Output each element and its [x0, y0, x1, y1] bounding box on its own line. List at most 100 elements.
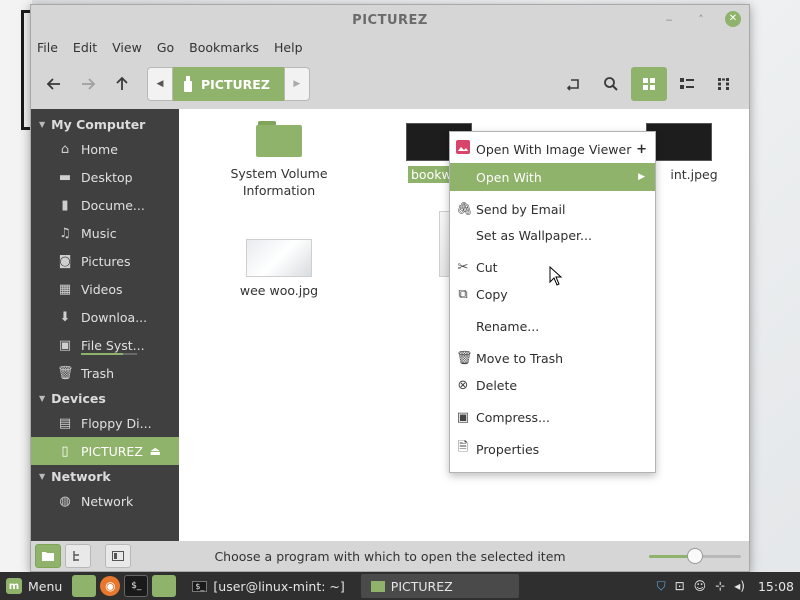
file-item-folder[interactable]: System Volume Information: [224, 121, 334, 199]
task-label: PICTUREZ: [390, 578, 453, 594]
sidebar-item-pictures[interactable]: ◙ Pictures: [31, 247, 179, 275]
sidebar-item-documents[interactable]: ▮ Docume...: [31, 191, 179, 219]
breadcrumb: ◀ PICTUREZ ▶: [147, 67, 310, 101]
menu-item-label: Delete: [476, 377, 518, 393]
sidebar-item-network[interactable]: ◍ Network: [31, 487, 179, 515]
terminal-icon: $_: [192, 580, 208, 592]
menu-edit[interactable]: Edit: [73, 40, 97, 55]
zoom-slider-handle[interactable]: [687, 548, 703, 564]
sidebar-item-label: Downloa...: [81, 309, 148, 325]
trash-icon: 🗑: [57, 365, 74, 381]
sidebar-item-picturez[interactable]: ▯ PICTUREZ ⏏: [31, 437, 179, 465]
download-icon: ⬇: [59, 309, 71, 325]
menu-item-label: Compress...: [476, 409, 550, 425]
menu-item-open-with-image-viewer[interactable]: Open With Image Viewer +: [450, 135, 655, 163]
menu-item-move-to-trash[interactable]: 🗑 Move to Trash: [450, 344, 655, 372]
sidebar-section-my-computer[interactable]: ▼ My Computer: [31, 113, 179, 135]
search-button[interactable]: [593, 67, 629, 101]
minimize-button[interactable]: ‒: [661, 11, 677, 27]
up-arrow-icon: [116, 76, 128, 90]
back-button[interactable]: [37, 67, 71, 101]
tree-icon: [73, 551, 79, 561]
sidebar-item-label: Videos: [81, 281, 123, 297]
desktop-icon: ▬: [58, 169, 72, 185]
menu-item-set-as-wallpaper[interactable]: Set as Wallpaper...: [450, 221, 655, 249]
sidebar-item-desktop[interactable]: ▬ Desktop: [31, 163, 179, 191]
titlebar[interactable]: PICTUREZ ‒ ˄ ✕: [31, 5, 749, 35]
path-current-button[interactable]: PICTUREZ: [173, 67, 284, 101]
file-item[interactable]: wee woo.jpg: [224, 239, 334, 298]
menu-file[interactable]: File: [37, 40, 58, 55]
maximize-button[interactable]: ˄: [693, 11, 709, 27]
path-current-label: PICTUREZ: [201, 76, 270, 92]
menu-view[interactable]: View: [112, 40, 142, 55]
zoom-slider[interactable]: [649, 548, 741, 564]
sidebar-item-videos[interactable]: ▦ Videos: [31, 275, 179, 303]
menu-item-delete[interactable]: ⊗ Delete: [450, 371, 655, 399]
system-tray: ⛉ ⊡ ☺ ⊹ ◂) 15:08: [657, 572, 794, 600]
menu-item-label: Send by Email: [476, 201, 566, 217]
usb-drive-icon: ▯: [61, 443, 69, 459]
task-terminal[interactable]: $_ [user@linux-mint: ~]: [182, 574, 354, 598]
mouse-pointer-icon: [549, 266, 563, 286]
user-icon[interactable]: ☺: [694, 579, 707, 593]
menu-item-label: Rename...: [476, 318, 540, 334]
context-menu: Open With Image Viewer + Open With ▶ 🖇 S…: [449, 131, 656, 473]
firefox-launcher[interactable]: ◉: [100, 576, 121, 596]
sidebar-item-music[interactable]: ♫ Music: [31, 219, 179, 247]
close-button[interactable]: ✕: [725, 11, 741, 27]
status-text: Choose a program with which to open the …: [214, 548, 566, 564]
sidebar-toggle-icon: [112, 551, 124, 561]
network-icon[interactable]: ⊹: [715, 579, 725, 593]
menu-item-send-by-email[interactable]: 🖇 Send by Email: [450, 195, 655, 223]
plus-icon: +: [636, 141, 647, 157]
path-scroll-right[interactable]: ▶: [283, 67, 310, 101]
sidebar-item-downloads[interactable]: ⬇ Downloa...: [31, 303, 179, 331]
start-menu-label: Menu: [28, 578, 63, 594]
show-tree-button[interactable]: [65, 544, 91, 568]
sidebar-section-network[interactable]: ▼ Network: [31, 465, 179, 487]
sidebar-item-trash[interactable]: 🗑 Trash: [31, 359, 179, 387]
path-scroll-left[interactable]: ◀: [147, 67, 173, 101]
up-button[interactable]: [105, 67, 139, 101]
statusbar: Choose a program with which to open the …: [31, 541, 749, 571]
menu-item-properties[interactable]: 🗎 Properties: [450, 435, 655, 463]
hide-sidebar-button[interactable]: [105, 544, 131, 568]
toolbar: ◀ PICTUREZ ▶: [31, 59, 749, 109]
sidebar-item-label: PICTUREZ: [81, 443, 143, 459]
list-view-button[interactable]: [669, 67, 705, 101]
toggle-location-button[interactable]: [555, 67, 591, 101]
compact-view-icon: [718, 78, 729, 90]
menu-item-rename[interactable]: Rename...: [450, 312, 655, 340]
sidebar-section-devices[interactable]: ▼ Devices: [31, 387, 179, 409]
sidebar-item-floppy[interactable]: ▤ Floppy Di...: [31, 409, 179, 437]
clock[interactable]: 15:08: [758, 579, 794, 594]
camera-icon: ◙: [58, 253, 72, 269]
menu-help[interactable]: Help: [274, 40, 303, 55]
sidebar-item-label: Desktop: [81, 169, 133, 185]
show-places-button[interactable]: [35, 544, 61, 568]
sidebar-item-home[interactable]: ⌂ Home: [31, 135, 179, 163]
sidebar-item-label: Music: [81, 225, 117, 241]
sidebar-item-label: Pictures: [81, 253, 131, 269]
shield-icon[interactable]: ⛉: [657, 579, 666, 594]
show-desktop-launcher[interactable]: [72, 575, 97, 597]
terminal-launcher[interactable]: $_: [124, 575, 149, 597]
files-launcher[interactable]: [152, 575, 177, 597]
update-manager-icon[interactable]: ⊡: [675, 579, 685, 593]
compact-view-button[interactable]: [707, 67, 743, 101]
task-picturez[interactable]: PICTUREZ: [360, 574, 519, 598]
file-label: System Volume Information: [230, 166, 328, 198]
menu-item-compress[interactable]: ▣ Compress...: [450, 403, 655, 431]
menu-item-open-with[interactable]: Open With ▶: [450, 163, 655, 191]
sidebar-item-filesystem[interactable]: ▣ File Syst...: [31, 331, 179, 359]
start-menu-button[interactable]: m Menu: [0, 572, 68, 600]
sidebar-section-label: Devices: [51, 390, 106, 406]
volume-icon[interactable]: ◂): [734, 579, 745, 593]
eject-icon[interactable]: ⏏: [150, 444, 161, 458]
menu-go[interactable]: Go: [157, 40, 174, 55]
collapse-triangle-icon: ▼: [39, 471, 46, 481]
icon-view-button[interactable]: [631, 67, 667, 101]
forward-button[interactable]: [71, 67, 105, 101]
menu-bookmarks[interactable]: Bookmarks: [189, 40, 259, 55]
